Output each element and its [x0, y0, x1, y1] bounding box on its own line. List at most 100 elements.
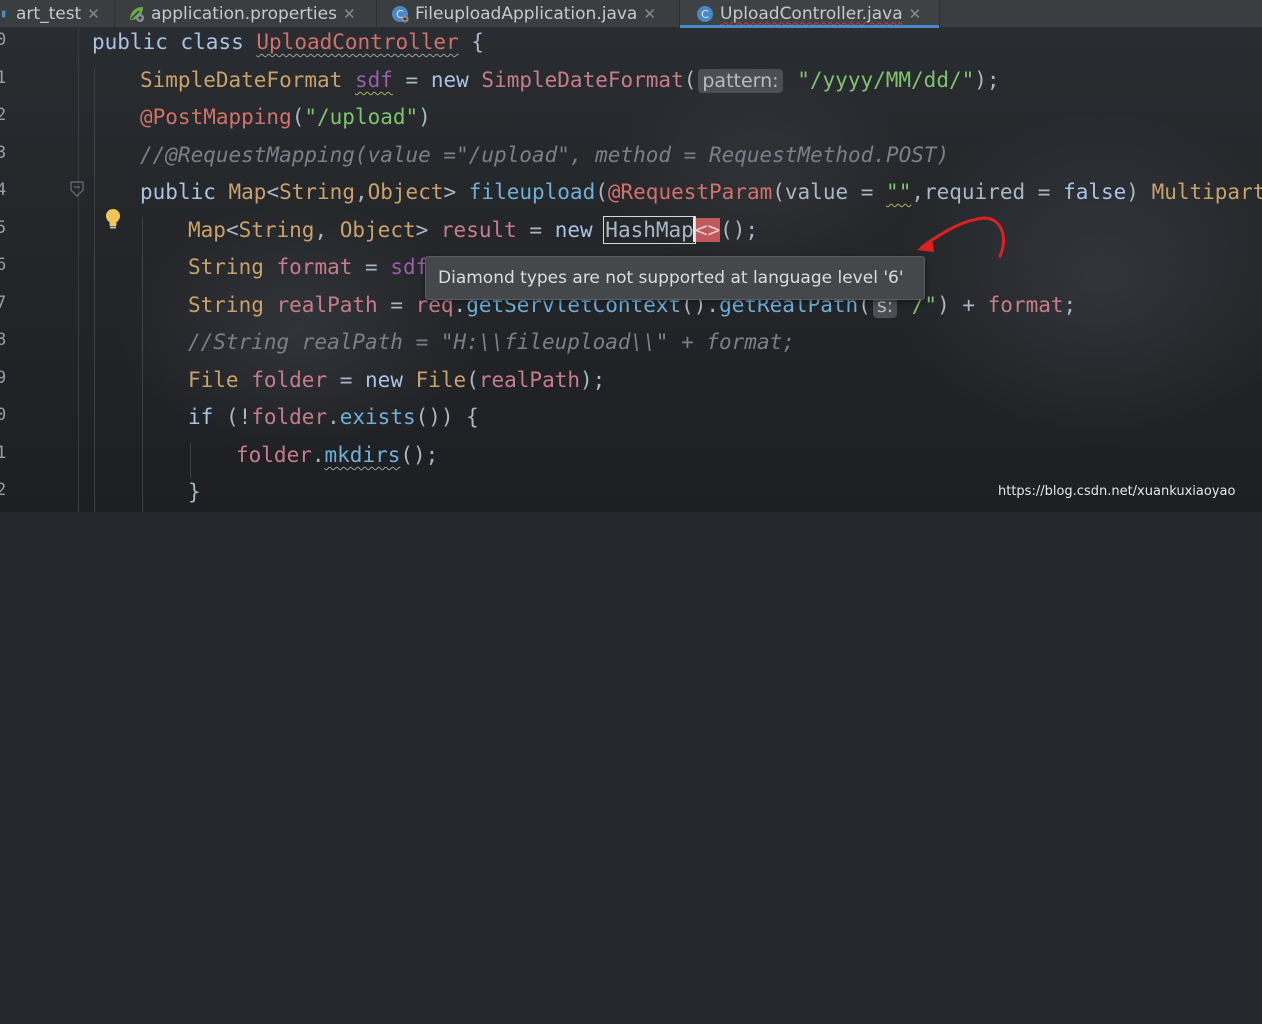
- code-token: @RequestParam: [607, 180, 773, 204]
- close-icon[interactable]: ✕: [909, 5, 922, 23]
- code-token: {: [458, 30, 484, 54]
- code-token: ();: [400, 443, 439, 467]
- code-token: (!: [213, 405, 252, 429]
- code-token: Object: [367, 180, 444, 204]
- code-token: <: [266, 180, 280, 204]
- code-token: public: [92, 30, 168, 54]
- indent-guide: [142, 218, 143, 512]
- code-token: realPath: [478, 368, 581, 392]
- code-token: ) +: [937, 293, 988, 317]
- code-token: SimpleDateFormat: [140, 68, 343, 92]
- code-token: format: [276, 255, 353, 279]
- tab-application-properties[interactable]: application.properties ✕: [115, 0, 377, 27]
- code-token: format: [987, 293, 1064, 317]
- code-token: false: [1063, 180, 1127, 204]
- line-number: 5: [0, 218, 7, 238]
- tab-fileupload-application[interactable]: C FileuploadApplication.java ✕: [377, 0, 680, 27]
- line-number: 9: [0, 368, 7, 388]
- parameter-hint: pattern:: [698, 69, 783, 93]
- line-number: 3: [0, 143, 7, 163]
- indent-guide: [94, 68, 95, 512]
- tab-label: FileuploadApplication.java: [415, 3, 638, 24]
- close-icon[interactable]: ✕: [87, 5, 100, 23]
- code-token: class: [180, 30, 244, 54]
- code-token: public: [140, 180, 216, 204]
- code-token: Map: [228, 180, 267, 204]
- code-token: ()) {: [415, 405, 479, 429]
- code-token: ): [418, 105, 431, 129]
- tab-art-test[interactable]: art_test ✕: [0, 0, 115, 27]
- code-token: ,required =: [911, 180, 1064, 204]
- tab-upload-controller[interactable]: C UploadController.java ✕: [680, 0, 940, 28]
- code-token: String: [188, 293, 264, 317]
- code-token: .: [327, 405, 340, 429]
- code-token: );: [974, 68, 1000, 92]
- code-token: mkdirs: [324, 443, 401, 467]
- line-number: 1: [0, 443, 7, 463]
- line-number: 4: [0, 180, 7, 200]
- code-token: );: [580, 368, 606, 392]
- code-token: exists: [339, 405, 416, 429]
- code-token: (value =: [772, 180, 887, 204]
- code-line: //String realPath = "H:\\fileupload\\" +…: [188, 328, 795, 365]
- highlighted-token: HashMap: [603, 216, 696, 244]
- code-token: sdf: [390, 255, 429, 279]
- code-token: folder: [236, 443, 312, 467]
- code-token: =: [392, 68, 431, 92]
- code-line: public Map<String,Object> fileupload(@Re…: [140, 178, 1262, 215]
- tab-label: UploadController.java: [720, 3, 903, 24]
- line-number: 8: [0, 330, 7, 350]
- line-number: 0: [0, 405, 7, 425]
- code-token: (: [595, 180, 608, 204]
- code-line: folder.mkdirs();: [236, 441, 438, 478]
- code-line: SimpleDateFormat sdf = new SimpleDateFor…: [140, 66, 1000, 103]
- code-token: .: [311, 443, 325, 467]
- code-token: Object: [339, 218, 416, 242]
- code-token: SimpleDateFormat: [481, 68, 684, 92]
- code-token: }: [188, 480, 201, 504]
- code-token: folder: [251, 368, 328, 392]
- line-number-gutter[interactable]: 0 1 2 3 4 5 6 7 8 9 0 1 2: [0, 28, 79, 512]
- svg-text:C: C: [701, 8, 709, 21]
- code-token: sdf: [354, 68, 393, 92]
- code-token: new: [430, 68, 469, 92]
- code-token: "/upload": [304, 105, 419, 129]
- line-number: 6: [0, 255, 7, 275]
- code-line: Map<String, Object> result = new HashMap…: [188, 216, 758, 253]
- code-token: realPath: [276, 293, 378, 317]
- code-token: (: [291, 105, 305, 129]
- close-icon[interactable]: ✕: [343, 5, 356, 23]
- error-tooltip: Diamond types are not supported at langu…: [425, 256, 925, 300]
- code-comment: //@RequestMapping(value ="/upload", meth…: [140, 143, 950, 167]
- code-token: ();: [720, 218, 759, 242]
- code-token: (: [466, 368, 479, 392]
- code-token: folder: [251, 405, 328, 429]
- code-token: ;: [1063, 293, 1077, 317]
- line-number: 7: [0, 293, 7, 313]
- code-token: String: [279, 180, 355, 204]
- fold-marker-icon[interactable]: [70, 181, 84, 197]
- code-token: MultipartFile: [1151, 180, 1262, 204]
- indent-guide: [190, 443, 191, 478]
- code-line: }: [188, 478, 201, 515]
- code-token: "": [886, 180, 912, 204]
- code-token: (: [683, 68, 697, 92]
- spring-leaf-icon: [130, 6, 144, 22]
- line-number: 0: [0, 30, 7, 50]
- line-number: 2: [0, 480, 7, 500]
- code-token: =: [377, 293, 416, 317]
- editor-tab-bar: art_test ✕ application.properties ✕ C Fi…: [0, 0, 1262, 28]
- class-icon: C: [697, 5, 713, 22]
- code-token: =: [352, 255, 391, 279]
- close-icon[interactable]: ✕: [643, 5, 656, 23]
- code-token: Map: [188, 218, 226, 242]
